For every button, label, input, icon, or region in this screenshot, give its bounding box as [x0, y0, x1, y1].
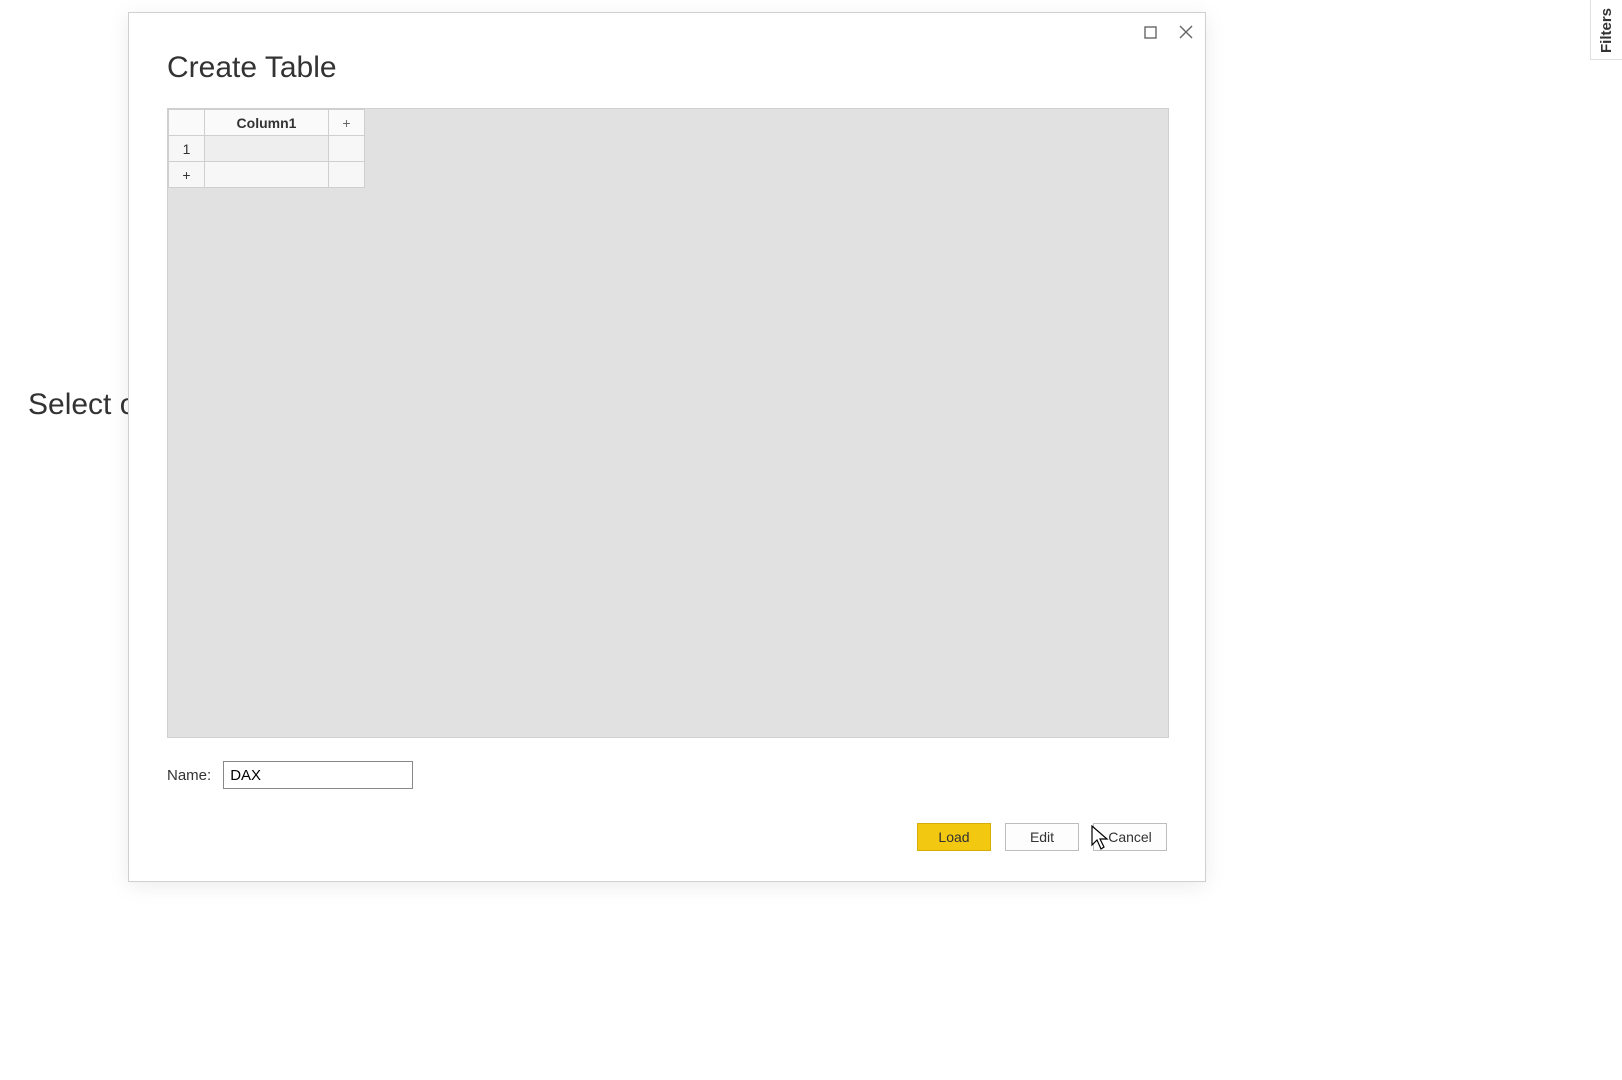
grid-filler-cell — [329, 162, 365, 188]
grid-filler-cell — [329, 136, 365, 162]
add-row-button[interactable]: + — [169, 162, 205, 188]
filters-collapsed-panel[interactable]: Filters — [1590, 0, 1622, 60]
table-name-row: Name: — [167, 761, 413, 789]
close-icon — [1179, 25, 1193, 39]
load-button[interactable]: Load — [917, 823, 991, 851]
background-partial-text: Select o — [28, 388, 136, 422]
grid-cell[interactable] — [205, 136, 329, 162]
edit-button[interactable]: Edit — [1005, 823, 1079, 851]
grid-corner-cell[interactable] — [169, 110, 205, 136]
filters-panel-label: Filters — [1598, 8, 1615, 53]
add-column-button[interactable]: + — [329, 110, 365, 136]
maximize-button[interactable] — [1141, 23, 1159, 41]
dialog-button-row: Load Edit Cancel — [917, 823, 1167, 851]
cancel-button[interactable]: Cancel — [1093, 823, 1167, 851]
dialog-title: Create Table — [167, 51, 337, 85]
maximize-icon — [1144, 26, 1157, 39]
create-table-dialog: Create Table Column1 + 1 + Name: Load — [128, 12, 1206, 882]
dialog-window-controls — [1141, 23, 1195, 41]
close-button[interactable] — [1177, 23, 1195, 41]
column-header[interactable]: Column1 — [205, 110, 329, 136]
table-grid-area[interactable]: Column1 + 1 + — [167, 108, 1169, 738]
table-name-input[interactable] — [223, 761, 413, 789]
data-entry-grid[interactable]: Column1 + 1 + — [168, 109, 365, 188]
name-label: Name: — [167, 767, 211, 784]
grid-filler-cell — [205, 162, 329, 188]
row-index[interactable]: 1 — [169, 136, 205, 162]
